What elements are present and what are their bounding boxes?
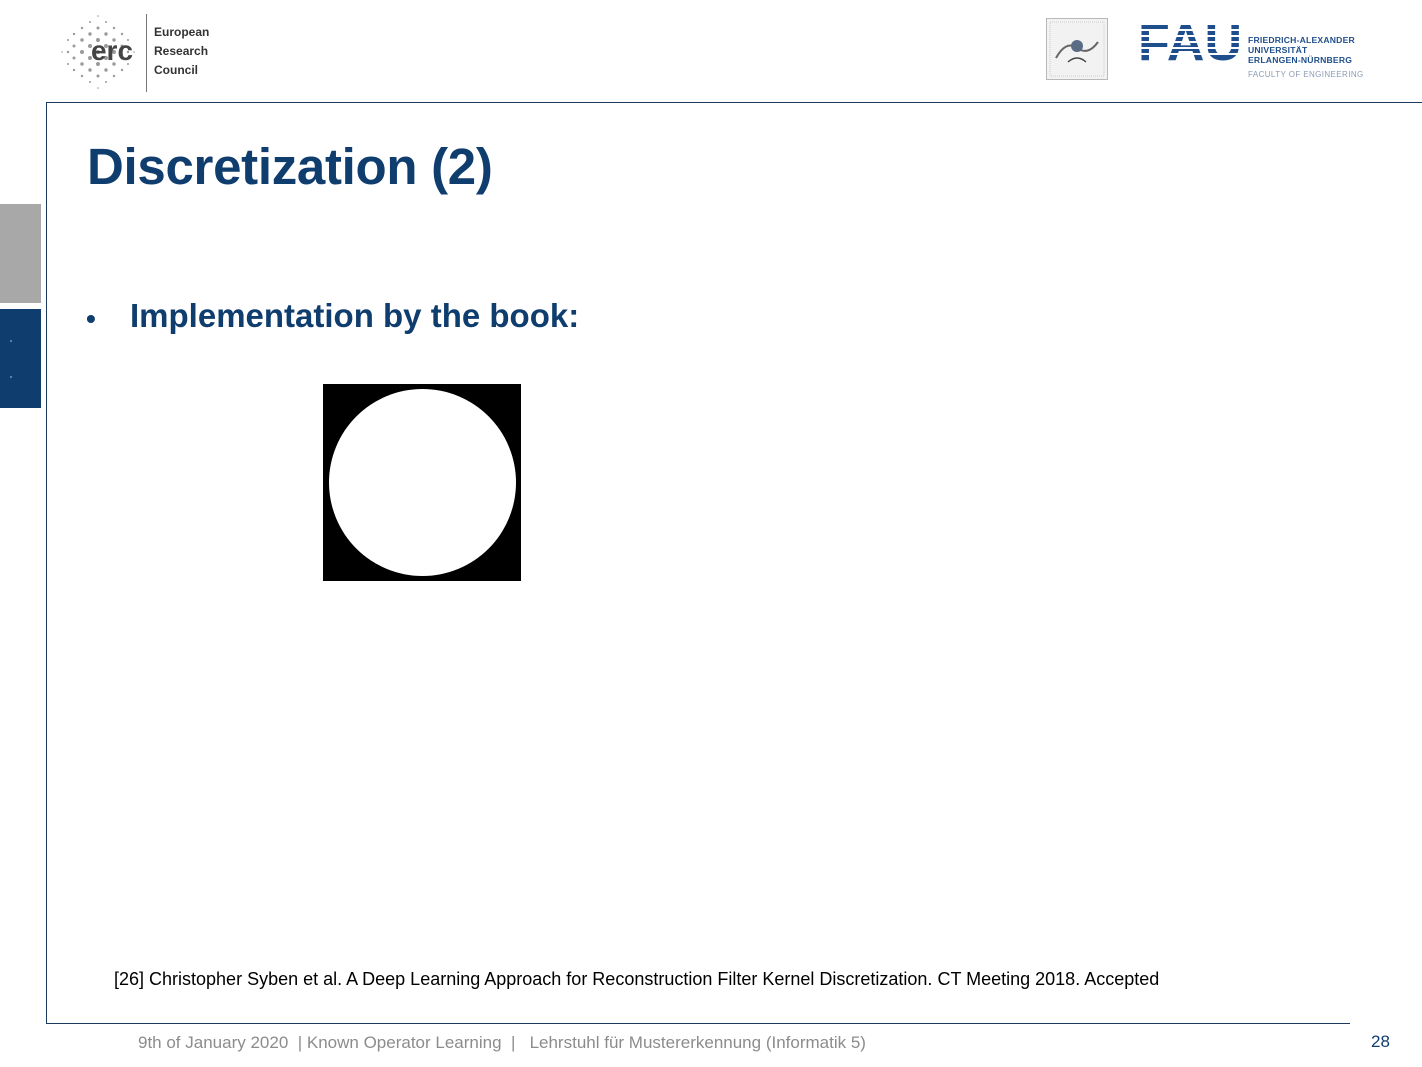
circle-phantom-image (323, 384, 521, 581)
bullet-marker: • (86, 303, 96, 334)
erc-name: European Research Council (154, 23, 209, 80)
footer-text: 9th of January 2020 | Known Operator Lea… (138, 1033, 866, 1052)
erc-divider (146, 14, 147, 92)
fau-name: FRIEDRICH-ALEXANDER UNIVERSITÄT ERLANGEN… (1248, 35, 1355, 65)
footer-divider (46, 1023, 1350, 1024)
phantom-disc (329, 389, 516, 576)
header-divider (46, 102, 1422, 103)
fau-line-2: UNIVERSITÄT (1248, 45, 1308, 55)
slide-title: Discretization (2) (87, 138, 493, 195)
reference-citation: [26] Christopher Syben et al. A Deep Lea… (114, 969, 1160, 989)
erc-logo-lettering: erc (91, 35, 133, 66)
fau-line-1: FRIEDRICH-ALEXANDER (1248, 35, 1355, 45)
side-tab-blue (0, 309, 41, 408)
bullet-text: Implementation by the book: (130, 297, 580, 334)
left-border (46, 102, 47, 1024)
erc-line-research: Research (154, 44, 209, 58)
side-tab-gray (0, 204, 41, 303)
side-tab-dot (10, 376, 12, 378)
fau-line-3: ERLANGEN-NÜRNBERG (1248, 55, 1353, 65)
fau-faculty: FACULTY OF ENGINEERING (1248, 70, 1364, 79)
fau-logo: FAU (1138, 18, 1242, 64)
lme-seal-logo (1046, 18, 1108, 80)
erc-line-council: Council (154, 63, 198, 77)
erc-line-european: European (154, 25, 210, 39)
page-number: 28 (1371, 1032, 1390, 1051)
side-tab-dot (10, 340, 12, 342)
